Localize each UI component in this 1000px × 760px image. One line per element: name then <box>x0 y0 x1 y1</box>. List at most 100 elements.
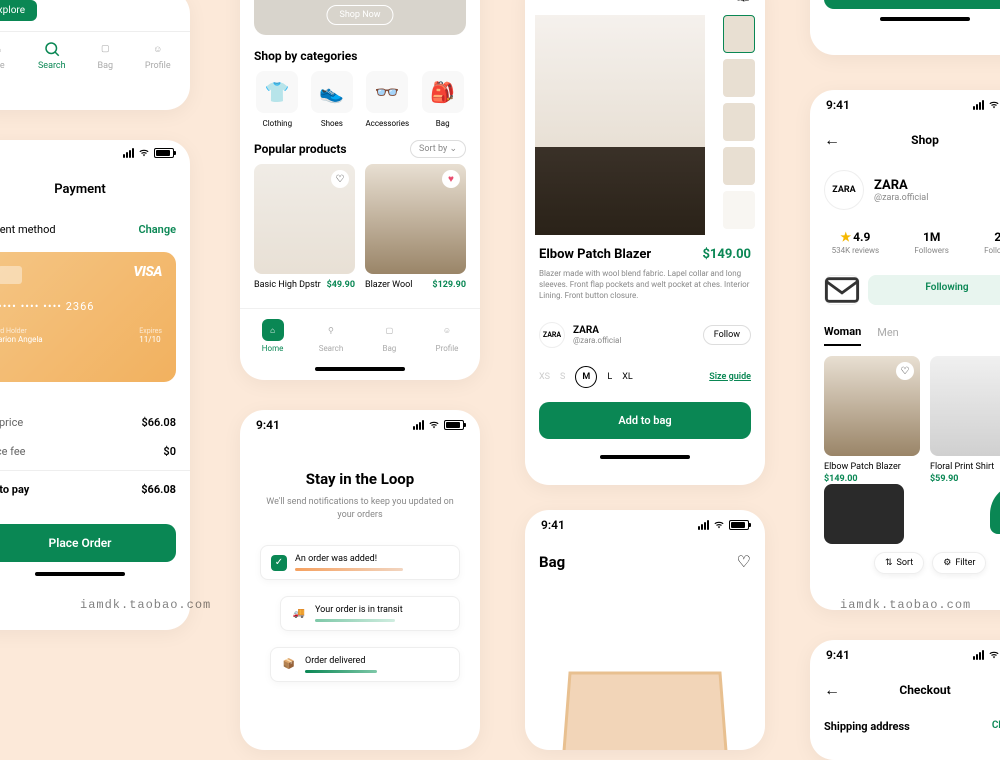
back-button[interactable]: ← <box>824 130 840 150</box>
total-price-value: $66.08 <box>141 416 176 429</box>
stat-followers[interactable]: 1MFollowers <box>914 230 948 255</box>
page-title: Shop <box>911 133 939 147</box>
screen-shop: 9:41 ←Shop ZARA ZARA@zara.official ★4.95… <box>810 90 1000 610</box>
explore-button[interactable]: Explore <box>0 0 37 21</box>
profile-icon: ☺ <box>436 319 458 341</box>
stat-rating[interactable]: ★4.9534K reviews <box>832 230 880 255</box>
shop-name: ZARA <box>874 178 928 193</box>
product-image-beanie[interactable] <box>990 484 1000 534</box>
favorite-button[interactable]: ♡ <box>737 552 751 571</box>
home-indicator <box>880 17 970 21</box>
change-button[interactable]: Change <box>138 223 176 236</box>
change-button[interactable]: Change <box>992 720 1000 733</box>
favorite-icon[interactable]: ♡ <box>331 170 349 188</box>
tab-profile[interactable]: ☺Profile <box>145 40 171 71</box>
size-s[interactable]: S <box>560 372 565 382</box>
watermark: iamdk.taobao.com <box>80 598 211 612</box>
shop-now-button[interactable]: Shop Now <box>326 5 393 25</box>
bag-title: Bag <box>539 553 565 571</box>
screen-payment: Payment nment methodChange VISA •••• •••… <box>0 140 190 630</box>
product-card-2[interactable]: ♥ Blazer Wool $129.90 <box>365 164 466 296</box>
cart-button[interactable]: 🛍 <box>733 0 751 3</box>
back-button[interactable]: ← <box>824 680 840 700</box>
message-button[interactable] <box>824 275 860 305</box>
tab-search[interactable]: Search <box>38 40 66 71</box>
nav-search[interactable]: ⚲Search <box>319 319 344 353</box>
add-to-bag-button[interactable]: Add to bag <box>539 402 751 439</box>
sort-button[interactable]: ⇅ Sort <box>874 552 924 574</box>
category-accessories[interactable]: 👓Accessories <box>365 71 409 128</box>
follow-button[interactable]: Follow <box>703 325 751 345</box>
loop-subtitle: We'll send notifications to keep you upd… <box>260 496 460 521</box>
screen-product-detail: ← ♥🛍 Elbow Patch Blazer$149.00 Blazer ma… <box>525 0 765 485</box>
see-order-button[interactable]: See order details <box>824 0 1000 9</box>
size-xl[interactable]: XL <box>622 372 633 382</box>
nav-profile[interactable]: ☺Profile <box>436 319 459 353</box>
home-indicator <box>315 367 405 371</box>
status-bar: 9:41 <box>810 640 1000 670</box>
category-shoes[interactable]: 👟Shoes <box>311 71 353 128</box>
favorite-button[interactable]: ♥ <box>715 0 723 4</box>
favorite-icon[interactable]: ♡ <box>896 362 914 380</box>
nav-bag[interactable]: ▢Bag <box>378 319 400 353</box>
shop-product-2[interactable]: ♡Floral Print Shirt$59.90 <box>930 356 1000 484</box>
brand-logo: ZARA <box>539 322 565 348</box>
place-order-button[interactable]: Place Order <box>0 524 176 562</box>
size-m[interactable]: M <box>575 366 597 388</box>
size-guide-link[interactable]: Size guide <box>709 372 751 382</box>
tab-nav: ⌂me Search ▢Bag ☺Profile <box>0 31 190 79</box>
brand-link[interactable]: ZARAZARA@zara.official <box>539 322 621 348</box>
tab-woman[interactable]: Woman <box>824 325 861 346</box>
bottom-nav: ⌂Home ⚲Search ▢Bag ☺Profile <box>240 308 480 363</box>
tab-bag[interactable]: ▢Bag <box>96 40 114 71</box>
size-l[interactable]: L <box>607 372 612 382</box>
category-bag[interactable]: 🎒Bag <box>422 71 464 128</box>
status-bar: 9:41 <box>810 90 1000 120</box>
gender-tabs: Woman Men ▦ <box>810 315 1000 356</box>
tab-men[interactable]: Men <box>877 326 899 345</box>
product-gallery <box>525 15 765 235</box>
sort-by-button[interactable]: Sort by ⌄ <box>410 140 466 158</box>
size-xs[interactable]: XS <box>539 372 550 382</box>
filter-button[interactable]: ⚙ Filter <box>932 552 986 574</box>
product-price: $129.90 <box>432 280 466 290</box>
screen-home: Shop Now Shop by categories 👕Clothing 👟S… <box>240 0 480 380</box>
stat-following[interactable]: 20Following <box>984 230 1000 255</box>
product-description: Blazer made with wool blend fabric. Lape… <box>539 268 751 302</box>
clothing-icon: 👕 <box>256 71 298 113</box>
home-icon: ⌂ <box>262 319 284 341</box>
thumbnail-3[interactable] <box>723 103 755 141</box>
shop-product-1[interactable]: ♡Elbow Patch Blazer$149.00 <box>824 356 920 484</box>
notification-item: 📦Order delivered <box>270 647 460 682</box>
status-bar: 9:41 <box>240 410 480 440</box>
favorite-icon[interactable]: ♥ <box>442 170 460 188</box>
service-fee-label: rvice fee <box>0 445 26 458</box>
tab-home[interactable]: ⌂me <box>0 40 7 71</box>
nav-home[interactable]: ⌂Home <box>262 319 284 353</box>
visa-logo: VISA <box>133 264 162 280</box>
thumbnail-2[interactable] <box>723 59 755 97</box>
back-button[interactable]: ← <box>539 0 555 5</box>
category-clothing[interactable]: 👕Clothing <box>256 71 298 128</box>
product-name: Basic High Dpstr <box>254 280 321 290</box>
thumbnail-5[interactable] <box>723 191 755 229</box>
credit-card[interactable]: VISA •••• •••• •••• 2366 rd Holderarion … <box>0 252 176 382</box>
home-indicator <box>35 572 125 576</box>
status-bar <box>0 140 190 166</box>
product-card-1[interactable]: ♡ Basic High Dpstr $49.90 <box>254 164 355 296</box>
product-price: $49.90 <box>327 280 355 290</box>
screen-bag: 9:41 Bag♡ <box>525 510 765 750</box>
thumbnail-1[interactable] <box>723 15 755 53</box>
hero-banner[interactable]: Shop Now <box>254 0 466 35</box>
check-icon: ✓ <box>271 555 287 571</box>
product-image[interactable] <box>535 15 705 235</box>
thumbnail-4[interactable] <box>723 147 755 185</box>
product-image-boots[interactable] <box>824 484 904 544</box>
size-selector: XS S M L XL <box>539 366 633 388</box>
product-name: Blazer Wool <box>365 280 412 290</box>
card-expiry: 11/10 <box>139 335 162 344</box>
following-button[interactable]: Following <box>868 275 1000 305</box>
shop-handle: @zara.official <box>874 193 928 203</box>
total-pay-label: tal to pay <box>0 483 29 496</box>
card-chip-icon <box>0 266 22 284</box>
